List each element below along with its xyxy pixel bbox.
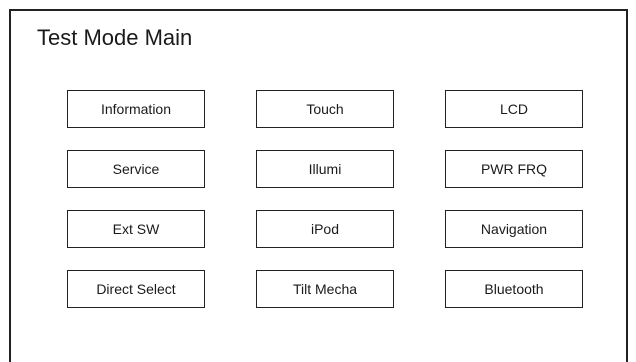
service-button[interactable]: Service <box>67 150 205 188</box>
illumi-button[interactable]: Illumi <box>256 150 394 188</box>
direct-select-button[interactable]: Direct Select <box>67 270 205 308</box>
pwr-frq-button[interactable]: PWR FRQ <box>445 150 583 188</box>
ipod-button[interactable]: iPod <box>256 210 394 248</box>
page-title: Test Mode Main <box>37 25 193 50</box>
touch-button[interactable]: Touch <box>256 90 394 128</box>
test-mode-screen: Test Mode Main Information Touch LCD Ser… <box>9 9 628 362</box>
information-button[interactable]: Information <box>67 90 205 128</box>
menu-button-grid: Information Touch LCD Service Illumi PWR… <box>67 90 583 308</box>
ext-sw-button[interactable]: Ext SW <box>67 210 205 248</box>
tilt-mecha-button[interactable]: Tilt Mecha <box>256 270 394 308</box>
navigation-button[interactable]: Navigation <box>445 210 583 248</box>
bluetooth-button[interactable]: Bluetooth <box>445 270 583 308</box>
lcd-button[interactable]: LCD <box>445 90 583 128</box>
